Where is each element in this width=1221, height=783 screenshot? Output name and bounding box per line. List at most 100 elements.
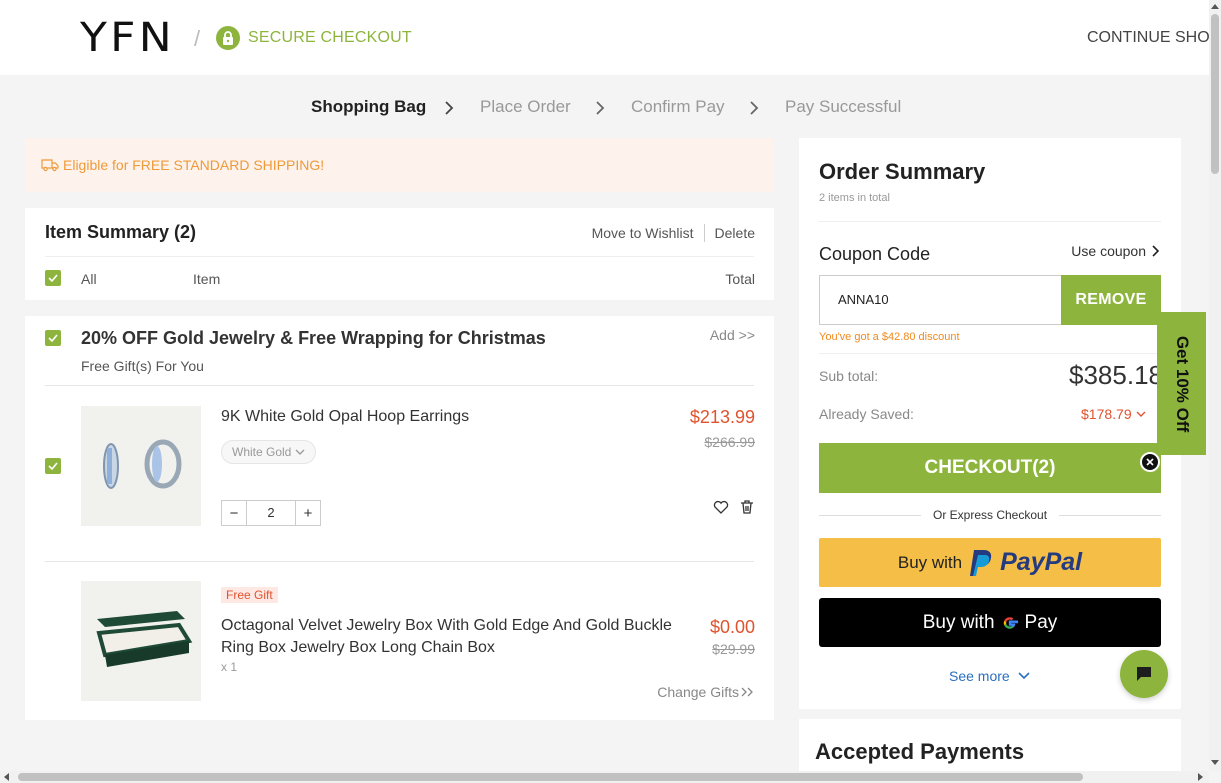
step-shopping-bag: Shopping Bag [311,97,427,116]
step-pay-successful: Pay Successful [785,97,902,116]
secure-checkout-label: SECURE CHECKOUT [248,29,412,46]
promo-subtitle: Free Gift(s) For You [81,358,204,374]
use-coupon-link[interactable]: Use coupon [1071,243,1160,259]
logo[interactable]: YFN [80,18,175,58]
header: YFN / SECURE CHECKOUT CONTINUE SHOPPING [0,0,1209,75]
accepted-payments-title: Accepted Payments [815,739,1025,764]
vertical-scrollbar[interactable] [1209,0,1221,771]
column-all: All [81,271,97,287]
divider [45,256,754,257]
divider [45,561,754,562]
horizontal-scrollbar[interactable] [0,771,1209,783]
free-gift-badge: Free Gift [221,587,278,603]
actions-divider [703,224,705,242]
google-pay-button[interactable]: Buy with Pay [819,598,1161,647]
chevron-right-icon [596,101,605,115]
scroll-up-icon[interactable] [1211,3,1219,9]
move-to-wishlist-button[interactable]: Move to Wishlist [592,225,694,241]
close-icon[interactable] [1140,452,1160,472]
coupon-label: Coupon Code [819,244,931,264]
delete-button[interactable]: Delete [715,225,755,241]
item-actions [713,499,755,515]
check-icon [48,334,58,342]
jewelry-box-image[interactable] [81,581,201,701]
chevron-right-icon [1152,245,1160,257]
gift-original-price: $29.99 [712,641,755,657]
heart-icon[interactable] [713,499,729,515]
quantity-value[interactable]: 2 [246,501,296,525]
item-checkbox[interactable] [45,458,61,474]
lock-icon [216,26,240,50]
paypal-logo-icon [970,549,992,576]
step-place-order: Place Order [480,97,571,116]
saved-label: Already Saved: [819,406,914,422]
trash-icon[interactable] [739,499,755,515]
check-icon [48,274,58,282]
chevron-down-icon [1136,411,1146,417]
chevron-down-icon [295,449,305,455]
see-more-link[interactable]: See more [949,668,1030,684]
cart-items-card: 20% OFF Gold Jewelry & Free Wrapping for… [25,316,774,720]
google-g-icon [1003,616,1018,629]
continue-shopping-link[interactable]: CONTINUE SHOPPING [1087,29,1209,47]
order-summary-card: Order Summary 2 items in total Coupon Co… [799,138,1181,709]
remove-coupon-button[interactable]: REMOVE [1061,275,1161,325]
gpay-prefix: Buy with [922,611,995,633]
subtotal-value: $385.18 [1069,360,1161,390]
saved-value: $178.79 [1081,406,1132,422]
use-coupon-label: Use coupon [1071,243,1146,259]
free-shipping-banner: Eligible for FREE STANDARD SHIPPING! [25,138,774,192]
header-divider: / [194,26,201,51]
increase-button[interactable]: + [296,501,320,525]
gpay-brand: Pay [1024,611,1058,633]
item-name[interactable]: 9K White Gold Opal Hoop Earrings [221,406,469,428]
gift-name-line1[interactable]: Octagonal Velvet Jewelry Box With Gold E… [221,615,672,637]
change-gifts-link[interactable]: Change Gifts [657,684,755,700]
scroll-down-icon[interactable] [1211,760,1219,766]
express-checkout-divider: Or Express Checkout [819,507,1161,523]
gift-name-line2[interactable]: Ring Box Jewelry Box Long Chain Box [221,637,495,659]
chat-icon[interactable] [1120,650,1168,698]
coupon-input[interactable]: ANNA10 [819,275,1062,325]
decrease-button[interactable]: − [222,501,246,525]
item-summary-card: Item Summary (2) Move to Wishlist Delete… [25,208,774,300]
express-checkout-label: Or Express Checkout [932,508,1048,522]
gift-price: $0.00 [709,617,755,637]
see-more-label: See more [949,668,1010,684]
divider [819,353,1161,354]
gift-quantity: x 1 [221,660,238,674]
item-price: $213.99 [689,407,755,427]
chevron-down-icon [1018,672,1030,680]
step-confirm-pay: Confirm Pay [631,97,725,116]
divider [819,221,1161,222]
free-shipping-text: Eligible for FREE STANDARD SHIPPING! [63,157,325,173]
checkout-steps: Shopping Bag Place Order Confirm Pay Pay… [0,97,1209,119]
double-chevron-right-icon [741,687,753,697]
promo-add-link[interactable]: Add >> [710,327,755,343]
paypal-brand: PayPal [1000,548,1083,576]
order-summary-title: Order Summary [819,159,986,184]
scroll-left-icon[interactable] [3,773,9,781]
item-summary-actions: Move to Wishlist Delete [592,224,755,242]
saved-value-toggle[interactable]: $178.79 [1081,406,1161,422]
column-item: Item [193,271,221,287]
promo-checkbox[interactable] [45,330,61,346]
check-icon [48,462,58,470]
discount-tab[interactable]: Get 10% Off [1157,312,1206,455]
earrings-image[interactable] [81,406,201,526]
truck-icon [41,159,59,172]
checkout-button[interactable]: CHECKOUT(2) [819,443,1161,493]
variant-select[interactable]: White Gold [221,440,317,464]
divider [45,385,754,386]
items-count: 2 items in total [819,192,890,204]
scroll-right-icon[interactable] [1198,773,1204,781]
discount-note: You've got a $42.80 discount [819,331,960,343]
paypal-button[interactable]: Buy with PayPal [819,538,1161,587]
vertical-scrollbar-thumb[interactable] [1211,14,1219,174]
subtotal-label: Sub total: [819,368,879,384]
column-total: Total [725,271,755,287]
variant-label: White Gold [232,445,292,459]
horizontal-scrollbar-thumb[interactable] [18,773,1083,781]
item-summary-title: Item Summary (2) [45,222,197,242]
select-all-checkbox[interactable] [45,270,61,286]
